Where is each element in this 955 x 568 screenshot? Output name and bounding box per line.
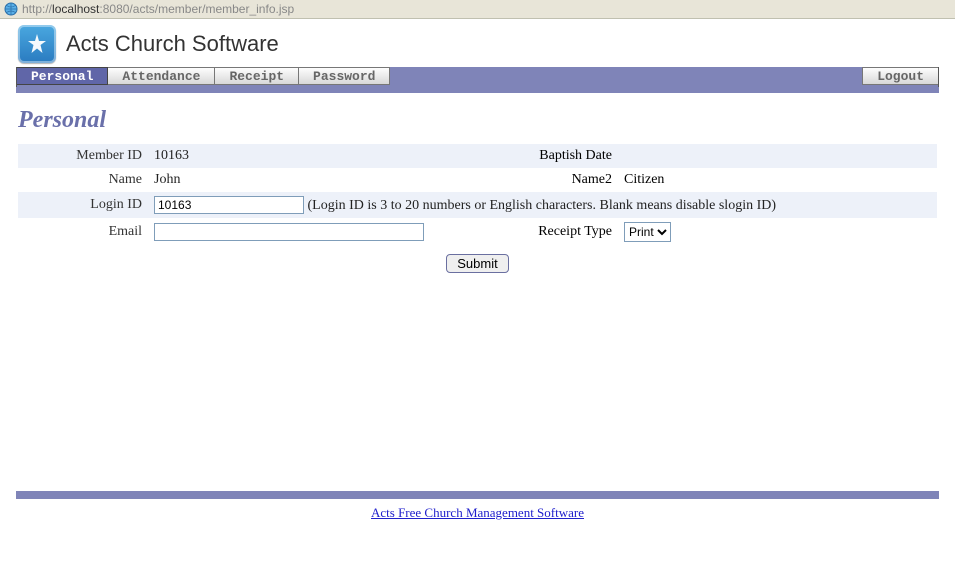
- tab-logout[interactable]: Logout: [862, 67, 938, 85]
- tab-receipt[interactable]: Receipt: [215, 67, 299, 85]
- section-title: Personal: [18, 107, 937, 134]
- app-logo-icon: [18, 25, 56, 63]
- url-path: :8080/acts/member/member_info.jsp: [99, 2, 294, 16]
- name-value: John: [148, 168, 488, 192]
- browser-globe-icon: [4, 2, 18, 16]
- login-id-input[interactable]: [154, 196, 304, 214]
- member-id-label: Member ID: [18, 144, 148, 168]
- name-label: Name: [18, 168, 148, 192]
- receipt-type-select[interactable]: Print: [624, 222, 671, 242]
- receipt-type-label: Receipt Type: [488, 218, 618, 246]
- row-email: Email Receipt Type Print: [18, 218, 937, 246]
- tab-password[interactable]: Password: [299, 67, 390, 85]
- url-host: localhost: [52, 2, 99, 16]
- browser-address-bar: http://localhost:8080/acts/member/member…: [0, 0, 955, 19]
- baptish-date-label: Baptish Date: [488, 144, 618, 168]
- spacer: [0, 281, 955, 491]
- email-label: Email: [18, 218, 148, 246]
- url-prefix: http://: [22, 2, 52, 16]
- url-text: http://localhost:8080/acts/member/member…: [22, 2, 294, 16]
- login-id-hint: (Login ID is 3 to 20 numbers or English …: [308, 198, 777, 213]
- submit-button[interactable]: Submit: [446, 254, 508, 273]
- name2-value: Citizen: [618, 168, 937, 192]
- email-input[interactable]: [154, 223, 424, 241]
- personal-form-table: Member ID 10163 Baptish Date Name John N…: [18, 144, 937, 246]
- tab-personal[interactable]: Personal: [17, 67, 108, 85]
- member-id-value: 10163: [148, 144, 488, 168]
- login-id-label: Login ID: [18, 192, 148, 218]
- row-member-id: Member ID 10163 Baptish Date: [18, 144, 937, 168]
- row-login-id: Login ID (Login ID is 3 to 20 numbers or…: [18, 192, 937, 218]
- content-area: Personal Member ID 10163 Baptish Date Na…: [0, 93, 955, 281]
- tab-attendance[interactable]: Attendance: [108, 67, 215, 85]
- main-nav: Personal Attendance Receipt Password Log…: [16, 67, 939, 87]
- app-header: Acts Church Software: [0, 19, 955, 67]
- name2-label: Name2: [488, 168, 618, 192]
- footer-link[interactable]: Acts Free Church Management Software: [371, 505, 584, 520]
- footer-bar: [16, 491, 939, 499]
- baptish-date-value: [618, 144, 937, 168]
- submit-row: Submit: [18, 246, 937, 273]
- footer-row: Acts Free Church Management Software: [0, 499, 955, 528]
- app-title: Acts Church Software: [66, 31, 279, 57]
- row-name: Name John Name2 Citizen: [18, 168, 937, 192]
